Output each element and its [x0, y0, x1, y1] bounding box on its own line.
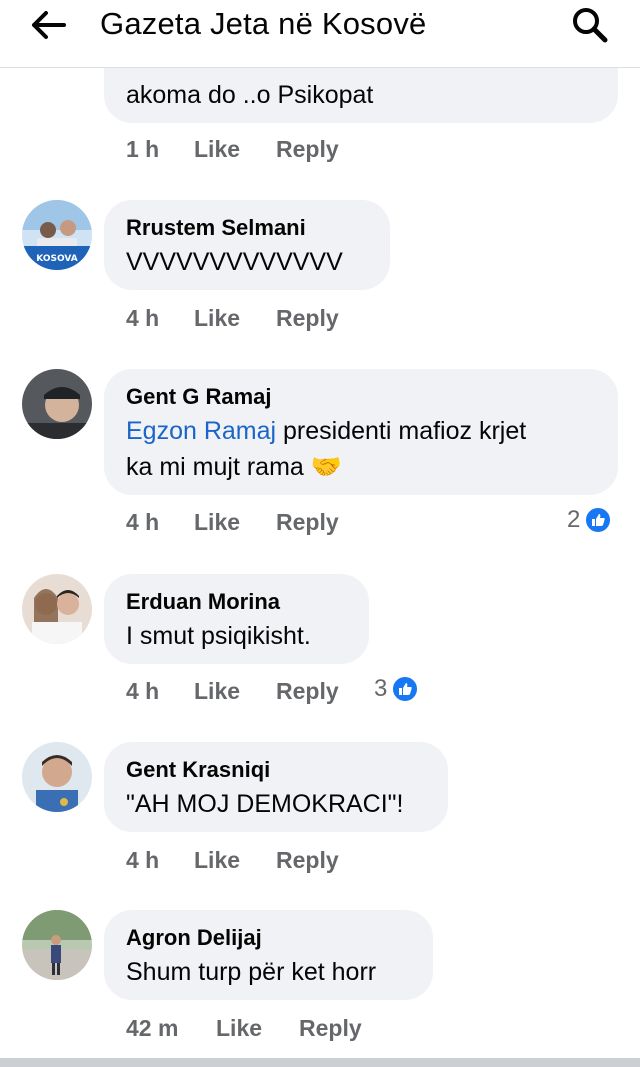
reply-link[interactable]: Reply [276, 507, 339, 537]
reaction-count: 2 [567, 506, 581, 533]
composer-divider [0, 1058, 640, 1067]
comment-time: 1 h [126, 136, 160, 162]
comment-time: 42 m [126, 1015, 179, 1041]
reply-link[interactable]: Reply [276, 676, 339, 706]
comment-author[interactable]: Erduan Morina [126, 587, 280, 617]
comment-time: 4 h [126, 305, 160, 331]
page-title: Gazeta Jeta në Kosovë [100, 6, 427, 41]
back-button[interactable] [30, 8, 70, 42]
comment-text-line: ka mi mujt rama 🤝 [126, 450, 342, 484]
arrow-left-icon [32, 11, 66, 39]
like-link[interactable]: Like [194, 676, 240, 706]
top-bar: Gazeta Jeta në Kosovë [0, 0, 640, 68]
comment-text: I smut psiqikisht. [126, 622, 311, 650]
comment-author[interactable]: Agron Delijaj [126, 923, 262, 953]
avatar-caption: KOSOVA [36, 254, 77, 264]
comment-bubble[interactable]: Gent Krasniqi "AH MOJ DEMOKRACI"! [104, 742, 448, 832]
avatar[interactable] [22, 369, 92, 439]
comment-author[interactable]: Gent Krasniqi [126, 755, 270, 785]
avatar[interactable] [22, 742, 92, 812]
comment-text: Shum turp për ket horr [126, 958, 377, 986]
comment-text: ka mi mujt rama [126, 453, 304, 481]
comment-text: akoma do ..o Psikopat [126, 81, 374, 109]
avatar[interactable] [22, 574, 92, 644]
avatar[interactable]: KOSOVA [22, 200, 92, 270]
thumbs-up-icon [584, 506, 613, 534]
handshake-emoji: 🤝 [310, 453, 342, 481]
comment-time: 4 h [126, 678, 160, 704]
thumbs-up-icon [391, 675, 420, 703]
comment-bubble[interactable]: Agron Delijaj Shum turp për ket horr [104, 910, 433, 1000]
comment-time: 4 h [126, 847, 160, 873]
comment-bubble[interactable]: Erduan Morina I smut psiqikisht. [104, 574, 369, 664]
reply-link[interactable]: Reply [299, 1013, 362, 1043]
comment-text-line: Egzon Ramaj presidenti mafioz krjet [126, 414, 526, 448]
comment-time: 4 h [126, 509, 160, 535]
like-link[interactable]: Like [194, 303, 240, 333]
comment-text: "AH MOJ DEMOKRACI"! [126, 790, 404, 818]
like-link[interactable]: Like [194, 134, 240, 164]
search-button[interactable] [568, 4, 612, 44]
like-link[interactable]: Like [216, 1013, 262, 1043]
mention-link[interactable]: Egzon Ramaj [126, 417, 276, 445]
comment-bubble[interactable]: Gent G Ramaj Egzon Ramaj presidenti mafi… [104, 369, 618, 495]
comment-author[interactable]: Rrustem Selmani [126, 213, 306, 243]
like-link[interactable]: Like [194, 507, 240, 537]
avatar[interactable] [22, 910, 92, 980]
reaction-summary[interactable]: 2 [567, 505, 613, 535]
comment-author[interactable]: Gent G Ramaj [126, 382, 271, 412]
reaction-summary[interactable]: 3 [374, 674, 420, 704]
search-icon [573, 8, 608, 43]
reply-link[interactable]: Reply [276, 303, 339, 333]
reply-link[interactable]: Reply [276, 134, 339, 164]
like-link[interactable]: Like [194, 845, 240, 875]
reply-link[interactable]: Reply [276, 845, 339, 875]
comment-text: VVVVVVVVVVVVV [126, 248, 343, 276]
comment-text: presidenti mafioz krjet [283, 417, 527, 445]
reaction-count: 3 [374, 675, 388, 702]
comment-bubble[interactable]: Rrustem Selmani VVVVVVVVVVVVV [104, 200, 390, 290]
